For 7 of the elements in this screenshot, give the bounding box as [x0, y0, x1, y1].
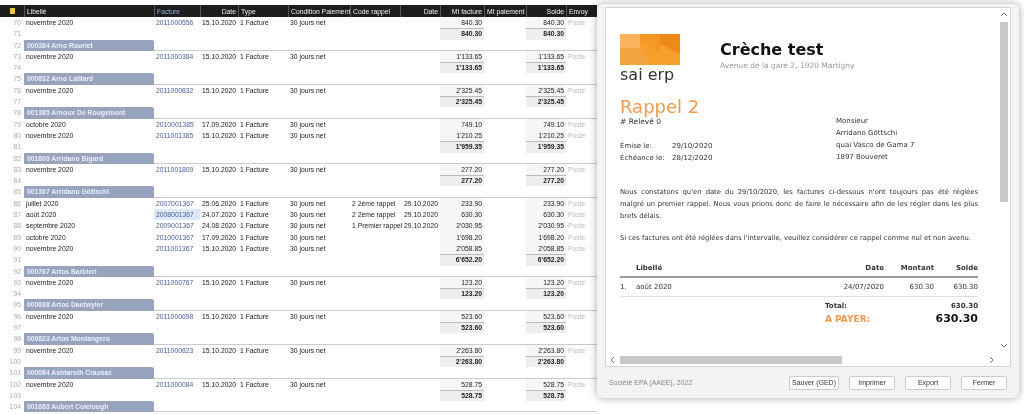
- logo-icon: [620, 34, 680, 65]
- logo-text: sai erp: [620, 66, 675, 83]
- amount-due-label: A PAYER:: [825, 313, 872, 324]
- document-title: Rappel 2: [620, 97, 701, 117]
- amount-due-value: 630.30: [934, 312, 978, 325]
- sort-icon: [9, 7, 15, 14]
- company-name: Crèche test: [720, 40, 825, 59]
